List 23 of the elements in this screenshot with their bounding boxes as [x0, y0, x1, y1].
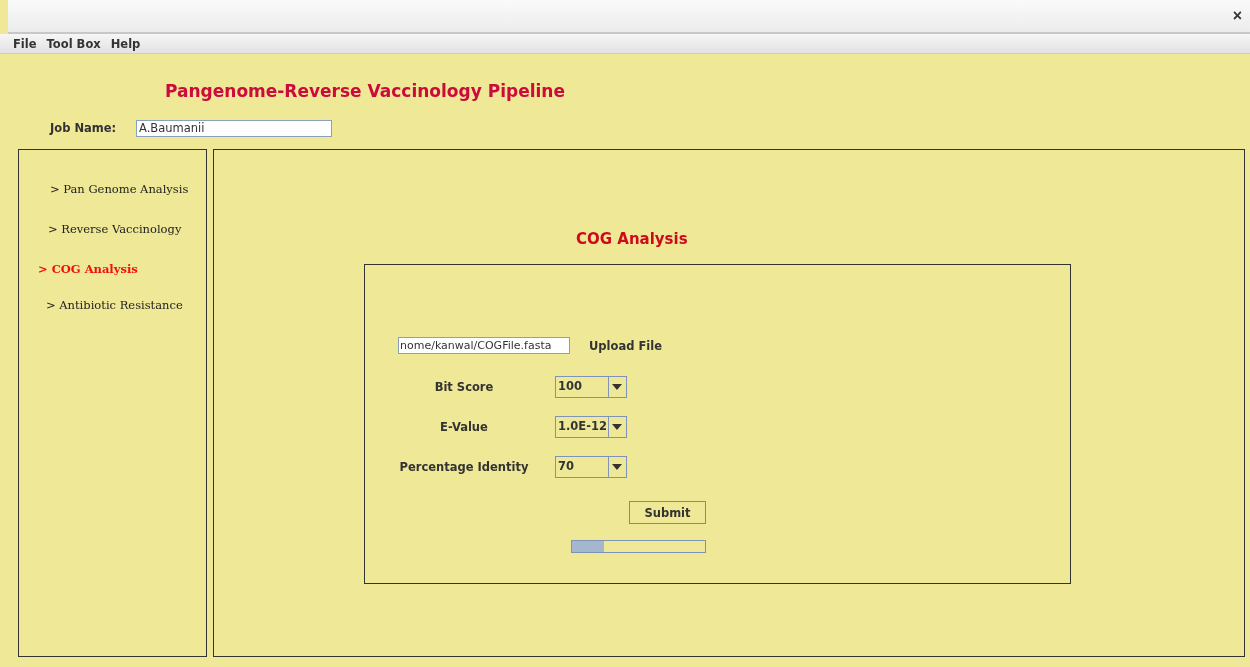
close-button[interactable]: ×: [1230, 8, 1244, 24]
menu-item[interactable]: Help: [105, 36, 146, 51]
option-dropdown[interactable]: 70: [555, 456, 627, 478]
menu-item[interactable]: File: [8, 36, 42, 51]
section-heading: COG Analysis: [576, 230, 689, 250]
option-dropdown[interactable]: 1.0E-12: [555, 416, 627, 438]
menu-item[interactable]: Tool Box: [41, 36, 106, 51]
submit-button[interactable]: Submit: [629, 501, 706, 524]
app-title: Pangenome-Reverse Vaccinology Pipeline: [165, 81, 566, 103]
upload-file-link[interactable]: Upload File: [589, 338, 662, 353]
job-name-label: Job Name:: [50, 121, 118, 135]
option-label: Percentage Identity: [398, 460, 530, 474]
option-label: E-Value: [439, 420, 489, 434]
caret-icon: [612, 464, 622, 470]
sidebar-item[interactable]: > Reverse Vaccinology: [48, 222, 206, 262]
caret-icon: [612, 384, 622, 390]
file-path-field[interactable]: nome/kanwal/COGFile.fasta: [398, 337, 570, 354]
sidebar-item[interactable]: > Pan Genome Analysis: [50, 182, 206, 222]
option-label: Bit Score: [433, 380, 495, 394]
caret-icon: [612, 424, 622, 430]
option-dropdown[interactable]: 100: [555, 376, 627, 398]
job-name-field[interactable]: A.Baumanii: [136, 119, 332, 137]
sidebar-item[interactable]: > Antibiotic Resistance: [46, 298, 206, 338]
